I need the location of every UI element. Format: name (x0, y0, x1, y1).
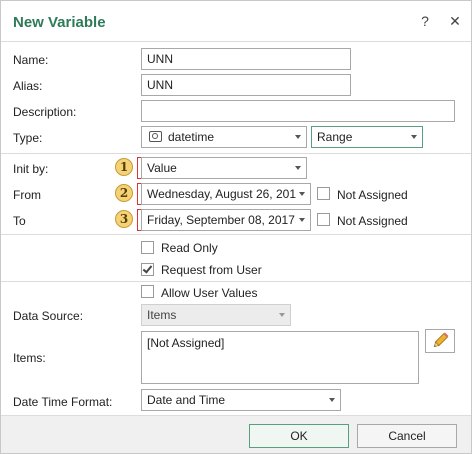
name-field[interactable]: UNN (141, 48, 351, 70)
from-label: From (13, 188, 41, 202)
chevron-down-icon (295, 166, 301, 170)
dialog-title: New Variable (13, 14, 106, 31)
chevron-down-icon (329, 398, 335, 402)
from-not-assigned-label: Not Assigned (337, 188, 408, 202)
read-only-checkbox[interactable] (141, 241, 154, 254)
section-separator (1, 281, 471, 282)
section-separator (1, 234, 471, 235)
chevron-down-icon (411, 135, 417, 139)
name-label: Name: (13, 53, 49, 67)
alias-field[interactable]: UNN (141, 74, 351, 96)
date-time-format-value: Date and Time (147, 393, 226, 407)
from-not-assigned-checkbox[interactable] (317, 187, 330, 200)
new-variable-dialog: New Variable ? ✕ Name: UNN Alias: UNN De… (0, 0, 472, 454)
from-date-picker[interactable]: Wednesday, August 26, 201 (141, 183, 311, 205)
to-label: To (13, 214, 26, 228)
marker-2: 2 (115, 184, 133, 202)
checkmark-icon (142, 263, 153, 274)
description-field[interactable] (141, 100, 455, 122)
title-separator (1, 41, 471, 42)
pencil-icon (433, 332, 449, 348)
marker-3: 3 (115, 210, 133, 228)
items-label: Items: (13, 351, 46, 365)
data-source-dropdown[interactable]: Items (141, 304, 291, 326)
items-value: [Not Assigned] (147, 336, 225, 350)
allow-user-values-checkbox[interactable] (141, 285, 154, 298)
alias-label: Alias: (13, 79, 43, 93)
question-mark-icon: ? (421, 13, 429, 29)
cancel-button[interactable]: Cancel (357, 424, 457, 448)
allow-user-values-label: Allow User Values (161, 286, 258, 300)
init-by-dropdown[interactable]: Value (141, 157, 307, 179)
init-by-label: Init by: (13, 162, 49, 176)
to-not-assigned-label: Not Assigned (337, 214, 408, 228)
init-by-value: Value (147, 161, 177, 175)
description-label: Description: (13, 105, 77, 119)
type-label: Type: (13, 131, 43, 145)
marker-1: 1 (115, 158, 133, 176)
data-source-label: Data Source: (13, 309, 84, 323)
chevron-down-icon (299, 192, 305, 196)
type-value: datetime (168, 130, 215, 144)
help-button[interactable]: ? (415, 11, 435, 31)
ok-button[interactable]: OK (249, 424, 349, 448)
type-mode-dropdown[interactable]: Range (311, 126, 423, 148)
section-separator (1, 153, 471, 154)
to-not-assigned-checkbox[interactable] (317, 213, 330, 226)
from-date-value: Wednesday, August 26, 201 (147, 187, 296, 201)
type-dropdown[interactable]: datetime (141, 126, 307, 148)
date-time-format-dropdown[interactable]: Date and Time (141, 389, 341, 411)
read-only-label: Read Only (161, 241, 218, 255)
items-field[interactable]: [Not Assigned] (141, 331, 419, 384)
chevron-down-icon (299, 218, 305, 222)
type-mode-value: Range (317, 130, 353, 144)
request-from-user-label: Request from User (161, 263, 262, 277)
chevron-down-icon (279, 313, 285, 317)
date-time-format-label: Date Time Format: (13, 395, 113, 409)
calendar-clock-icon (149, 131, 162, 142)
edit-items-button[interactable] (425, 329, 455, 353)
close-icon: ✕ (449, 13, 461, 29)
request-from-user-checkbox[interactable] (141, 263, 154, 276)
to-date-picker[interactable]: Friday, September 08, 2017 (141, 209, 311, 231)
close-button[interactable]: ✕ (445, 11, 465, 31)
chevron-down-icon (295, 135, 301, 139)
data-source-value: Items (147, 308, 177, 322)
to-date-value: Friday, September 08, 2017 (147, 213, 295, 227)
